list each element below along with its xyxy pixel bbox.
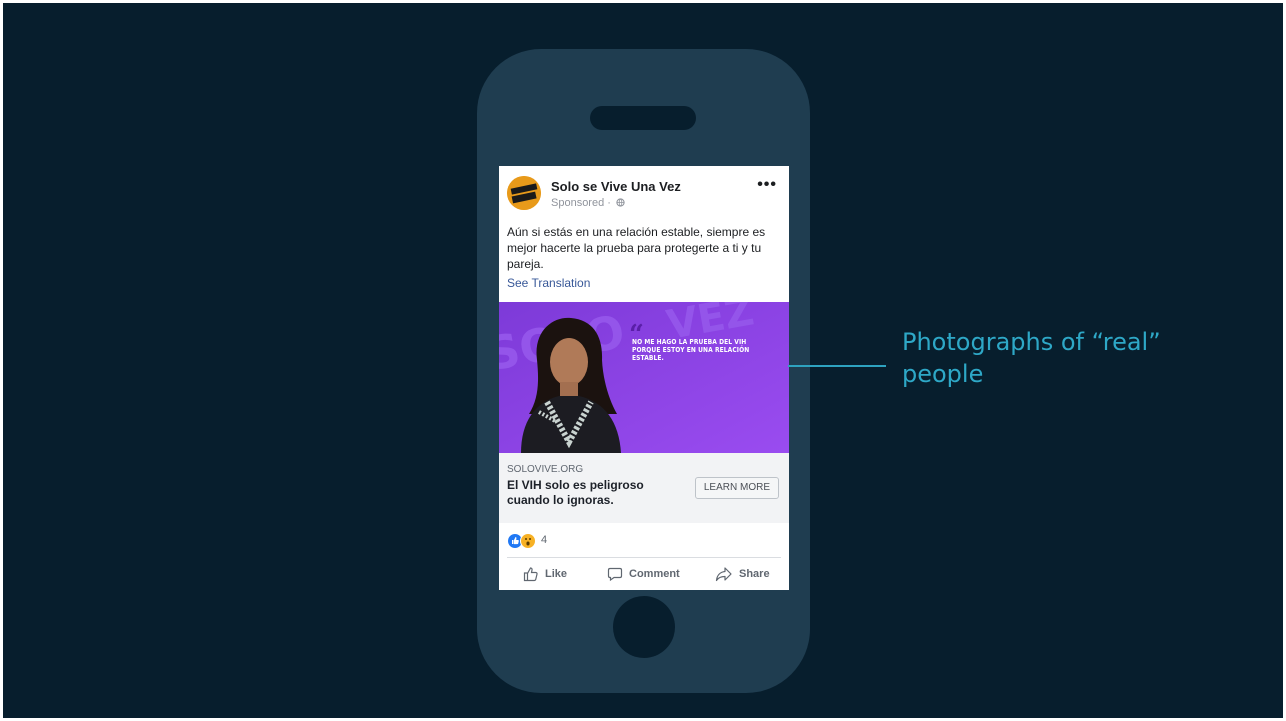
more-options-icon[interactable]: ••• [757, 176, 777, 194]
page-avatar-logo[interactable] [507, 176, 541, 210]
reaction-count: 4 [541, 534, 548, 546]
post-actions: Like Comment Share [499, 564, 789, 584]
comment-icon [607, 567, 623, 582]
page-name[interactable]: Solo se Vive Una Vez [551, 179, 681, 194]
wow-reaction-icon [520, 533, 536, 549]
facebook-ad-post: Solo se Vive Una Vez Sponsored · ••• Aún… [499, 166, 789, 590]
slide: Solo se Vive Una Vez Sponsored · ••• Aún… [3, 3, 1283, 718]
see-translation-link[interactable]: See Translation [507, 276, 590, 290]
like-icon [523, 567, 538, 582]
sponsored-label: Sponsored · [551, 197, 625, 209]
actions-divider [507, 557, 781, 558]
phone-mockup: Solo se Vive Una Vez Sponsored · ••• Aún… [477, 49, 810, 693]
comment-label: Comment [629, 568, 680, 580]
phone-speaker [590, 106, 696, 130]
share-button[interactable]: Share [715, 564, 770, 584]
globe-icon [616, 198, 625, 207]
ad-image-illustration: SOLO VEZ [499, 302, 789, 453]
like-label: Like [545, 568, 568, 580]
ad-image-quote: NO ME HAGO LA PRUEBA DEL VIH PORQUE ESTO… [632, 338, 750, 362]
learn-more-button[interactable]: LEARN MORE [694, 477, 779, 499]
phone-home-button [613, 596, 675, 658]
comment-button[interactable]: Comment [607, 564, 680, 584]
callout-text: Photographs of “real” people [902, 328, 1161, 388]
post-text: Aún si estás en una relación estable, si… [507, 225, 766, 271]
link-headline: El VIH solo es peligroso cuando lo ignor… [507, 478, 644, 507]
callout-connector-line [788, 365, 886, 367]
ad-image[interactable]: SOLO VEZ “ NO ME HAGO LA PRUEBA DEL VIH … [499, 302, 789, 453]
post-header: Solo se Vive Una Vez Sponsored · ••• [507, 176, 781, 210]
link-domain: SOLOVIVE.ORG [507, 464, 584, 475]
share-label: Share [739, 568, 770, 580]
share-icon [715, 567, 732, 582]
link-preview[interactable]: SOLOVIVE.ORG El VIH solo es peligroso cu… [499, 453, 789, 523]
like-button[interactable]: Like [523, 564, 567, 584]
